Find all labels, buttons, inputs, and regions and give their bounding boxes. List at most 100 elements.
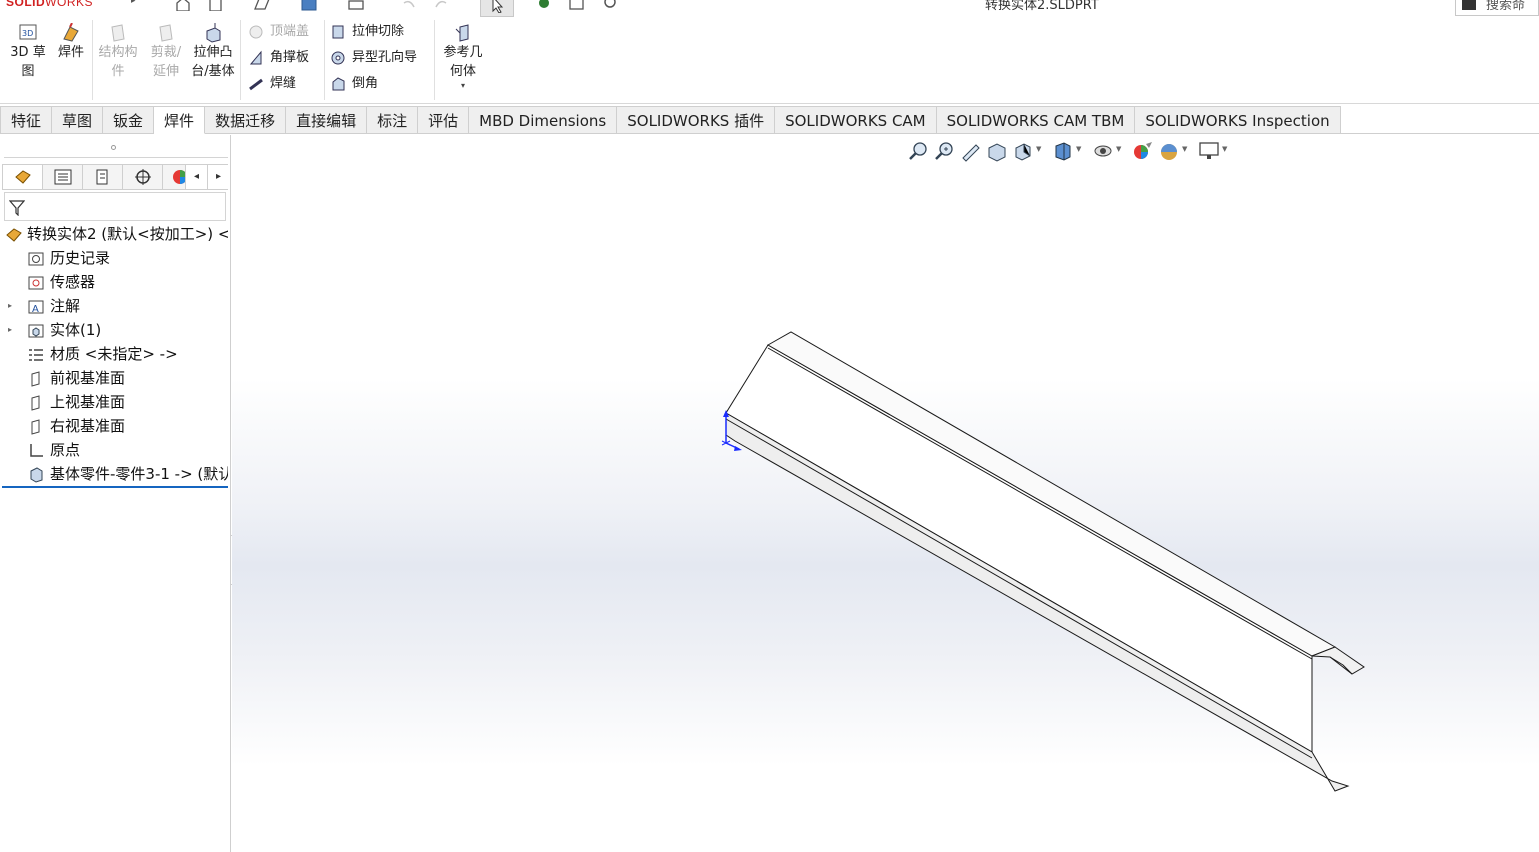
material-icon bbox=[28, 346, 44, 362]
extrude-boss-label: 拉伸凸台/基体 bbox=[191, 45, 235, 79]
tree-item-label: 原点 bbox=[50, 441, 81, 459]
tab-configuration-manager[interactable] bbox=[83, 165, 123, 189]
title-bar: SOLIDWORKS ▸ 转换实体2.SLDPRT 搜索命 bbox=[0, 0, 1539, 17]
tree-expand-icon[interactable]: ▸ bbox=[8, 294, 12, 318]
file-properties-icon[interactable] bbox=[568, 0, 586, 11]
tab-1[interactable]: 草图 bbox=[52, 106, 104, 134]
plane-icon bbox=[28, 418, 44, 435]
manager-tabs: ◂ ▸ bbox=[2, 164, 229, 190]
svg-text:A: A bbox=[32, 304, 39, 315]
weld-bead-button[interactable]: 焊缝 bbox=[246, 73, 296, 95]
tree-filter-input[interactable] bbox=[4, 192, 226, 221]
tree-item[interactable]: 原点 bbox=[0, 438, 228, 462]
graphics-area[interactable]: ▼ ▼ ▼ ▼ ▼ bbox=[232, 135, 1539, 852]
tree-item-label: 材质 <未指定> -> bbox=[50, 345, 178, 363]
tree-item[interactable]: 材质 <未指定> -> bbox=[0, 342, 228, 366]
weldments-icon bbox=[63, 23, 79, 42]
history-icon bbox=[28, 250, 44, 266]
search-input[interactable]: 搜索命 bbox=[1455, 0, 1539, 16]
tree-item[interactable]: 右视基准面 bbox=[0, 414, 228, 438]
select-button[interactable] bbox=[480, 0, 514, 17]
extrude-cut-button[interactable]: 拉伸切除 bbox=[328, 21, 404, 43]
rebuild-icon[interactable] bbox=[536, 0, 554, 11]
tab-property-manager[interactable] bbox=[43, 165, 83, 189]
gusset-button[interactable]: 角撑板 bbox=[246, 47, 309, 69]
tree-item[interactable]: ▸ 实体(1) bbox=[0, 318, 228, 342]
redo-icon[interactable] bbox=[432, 0, 450, 11]
3d-sketch-button[interactable]: 3D 3D 草图 bbox=[8, 21, 48, 81]
reference-geometry-button[interactable]: 参考几何体 ▾ bbox=[440, 21, 486, 91]
solidworks-logo[interactable]: SOLIDWORKS bbox=[6, 0, 93, 9]
tree-item-label: 前视基准面 bbox=[50, 369, 126, 387]
weld-bead-label: 焊缝 bbox=[270, 76, 297, 91]
rollback-bar[interactable] bbox=[2, 486, 228, 488]
cursor-arrow-icon bbox=[492, 0, 504, 13]
web-face[interactable] bbox=[725, 344, 1313, 753]
end-cap-label: 顶端盖 bbox=[270, 24, 310, 39]
chamfer-icon bbox=[332, 77, 345, 91]
tree-item[interactable]: 传感器 bbox=[0, 270, 228, 294]
home-icon[interactable] bbox=[174, 0, 192, 11]
tab-scroll-left-icon[interactable]: ◂ bbox=[185, 165, 207, 189]
structural-member-button[interactable]: 结构构件 bbox=[96, 21, 140, 81]
tree-expand-icon[interactable]: ▸ bbox=[8, 318, 12, 342]
tree-item-label: 右视基准面 bbox=[50, 417, 126, 435]
tab-12[interactable]: SOLIDWORKS Inspection bbox=[1135, 106, 1341, 134]
part-icon bbox=[6, 226, 22, 242]
tab-2[interactable]: 钣金 bbox=[103, 106, 155, 134]
gusset-icon bbox=[249, 50, 262, 65]
tab-display-manager[interactable] bbox=[163, 165, 187, 189]
options-gear-icon[interactable] bbox=[601, 0, 619, 11]
tab-scroll-right-icon[interactable]: ▸ bbox=[207, 165, 229, 189]
tab-feature-manager[interactable] bbox=[3, 165, 43, 189]
extrude-cut-label: 拉伸切除 bbox=[352, 24, 405, 39]
tab-4[interactable]: 数据迁移 bbox=[205, 106, 287, 134]
extrude-cut-icon bbox=[332, 25, 344, 39]
dropdown-caret-icon[interactable]: ▾ bbox=[440, 81, 486, 91]
tab-5[interactable]: 直接编辑 bbox=[286, 106, 368, 134]
tab-6[interactable]: 标注 bbox=[367, 106, 419, 134]
undo-icon[interactable] bbox=[400, 0, 418, 11]
tree-item[interactable]: ▸ A 注解 bbox=[0, 294, 228, 318]
tab-10[interactable]: SOLIDWORKS CAM bbox=[775, 106, 937, 134]
filter-icon bbox=[9, 200, 25, 216]
tree-item[interactable]: 上视基准面 bbox=[0, 390, 228, 414]
tree-root-part[interactable]: 转换实体2 (默认<按加工>) <显 bbox=[0, 222, 228, 246]
tab-8[interactable]: MBD Dimensions bbox=[469, 106, 618, 134]
weldments-button[interactable]: 焊件 bbox=[54, 21, 88, 62]
reference-geometry-icon bbox=[455, 24, 469, 42]
svg-text:3D: 3D bbox=[22, 29, 33, 38]
document-title: 转换实体2.SLDPRT bbox=[985, 0, 1099, 13]
plane-icon bbox=[28, 370, 44, 387]
tab-0[interactable]: 特征 bbox=[0, 106, 53, 134]
tab-7[interactable]: 评估 bbox=[418, 106, 470, 134]
extrude-boss-button[interactable]: 拉伸凸台/基体 bbox=[190, 21, 236, 81]
panel-split-handle[interactable] bbox=[111, 145, 116, 150]
print-icon[interactable] bbox=[347, 0, 365, 11]
hole-wizard-icon bbox=[331, 51, 345, 65]
trim-extend-button[interactable]: 剪裁/延伸 bbox=[146, 21, 186, 81]
tab-9[interactable]: SOLIDWORKS 插件 bbox=[617, 106, 776, 134]
tree-item[interactable]: 历史记录 bbox=[0, 246, 228, 270]
tree-item[interactable]: 前视基准面 bbox=[0, 366, 228, 390]
tree-item-label: 基体零件-零件3-1 -> (默认 bbox=[50, 465, 228, 483]
end-cap-button[interactable]: 顶端盖 bbox=[246, 21, 309, 43]
weld-bead-icon bbox=[249, 78, 263, 91]
tab-11[interactable]: SOLIDWORKS CAM TBM bbox=[936, 106, 1136, 134]
gusset-label: 角撑板 bbox=[270, 50, 310, 65]
command-manager-ribbon: 3D 3D 草图 焊件 结构构件 剪裁/延伸 拉伸凸台/基体 顶端盖 角撑板 焊… bbox=[0, 17, 1539, 104]
tree-item[interactable]: 基体零件-零件3-1 -> (默认 bbox=[0, 462, 228, 486]
chamfer-button[interactable]: 倒角 bbox=[328, 73, 378, 95]
menu-expand-icon[interactable]: ▸ bbox=[131, 0, 136, 6]
structural-member-label: 结构构件 bbox=[98, 45, 138, 79]
tab-dimxpert-manager[interactable] bbox=[123, 165, 163, 189]
z-section-part-model[interactable] bbox=[232, 135, 1539, 852]
save-icon[interactable] bbox=[300, 0, 318, 11]
tree-item-label: 转换实体2 (默认<按加工>) <显 bbox=[27, 225, 228, 243]
3d-sketch-icon: 3D bbox=[19, 24, 37, 40]
tab-3[interactable]: 焊件 bbox=[154, 106, 206, 134]
new-document-icon[interactable] bbox=[207, 0, 225, 11]
origin-icon bbox=[28, 442, 44, 458]
hole-wizard-button[interactable]: 异型孔向导 bbox=[328, 47, 417, 69]
open-folder-icon[interactable] bbox=[253, 0, 271, 11]
